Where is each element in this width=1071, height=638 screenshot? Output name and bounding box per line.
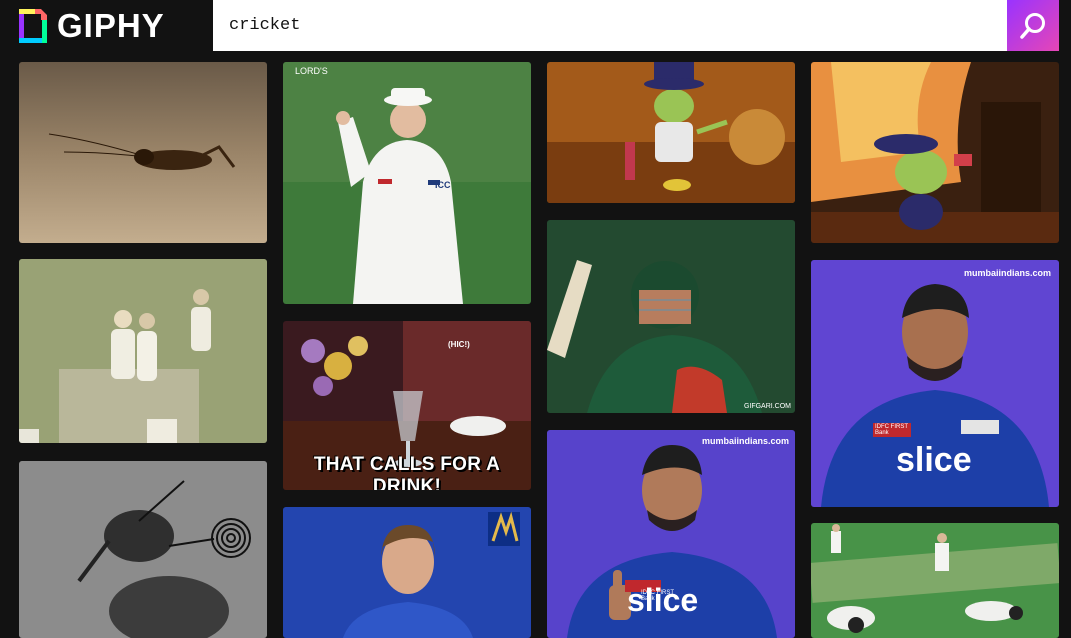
gif-result-fielders-replay[interactable]	[811, 523, 1059, 638]
mi-watermark-right: mumbaiindians.com	[963, 268, 1051, 278]
mi-watermark-left: mumbaiindians.com	[701, 436, 789, 446]
search-button[interactable]	[1007, 0, 1059, 51]
lords-watermark: LORD'S	[295, 66, 328, 76]
search-input[interactable]	[213, 0, 999, 51]
slice-sponsor-right: slice	[896, 441, 972, 479]
search-icon	[1020, 12, 1045, 39]
gif-result-rohit-thumbs-up[interactable]: mumbaiindians.com IDFC FIRST Bank slice	[547, 430, 795, 638]
gif-result-rohit-portrait[interactable]: mumbaiindians.com IDFC FIRST Bank slice	[811, 260, 1059, 507]
drink-caption: THAT CALLS FOR A DRINK!	[313, 454, 501, 490]
gif-result-jiminy-cricket-sitting[interactable]	[811, 62, 1059, 243]
gif-result-calls-for-a-drink[interactable]: (HIC!) THAT CALLS FOR A DRINK!	[283, 321, 531, 490]
gif-result-mi-woman-player[interactable]	[283, 507, 531, 638]
icc-logo-text: ICC	[435, 180, 451, 190]
gifgari-watermark: GIFGARI.COM	[743, 403, 791, 410]
header-bar: GIPHY	[0, 0, 1071, 62]
logo-text: GIPHY	[57, 7, 165, 44]
giphy-logo[interactable]: GIPHY	[19, 9, 165, 43]
giphy-logo-icon	[19, 9, 47, 43]
search-bar	[213, 0, 1007, 51]
gif-result-umpire-signal[interactable]: LORD'S ICC	[283, 62, 531, 304]
slice-sponsor-left: slice	[627, 582, 699, 618]
gif-result-bw-cricket-illustration[interactable]	[19, 461, 267, 638]
hic-tag: (HIC!)	[448, 340, 470, 349]
bank-logo-right: IDFC FIRST Bank	[875, 424, 908, 436]
gif-result-test-match-batsman[interactable]	[19, 259, 267, 443]
gif-result-cricket-insect[interactable]	[19, 62, 267, 243]
gif-result-jiminy-cricket-welcome[interactable]	[547, 62, 795, 203]
gif-result-bangladesh-player[interactable]: GIFGARI.COM	[547, 220, 795, 413]
